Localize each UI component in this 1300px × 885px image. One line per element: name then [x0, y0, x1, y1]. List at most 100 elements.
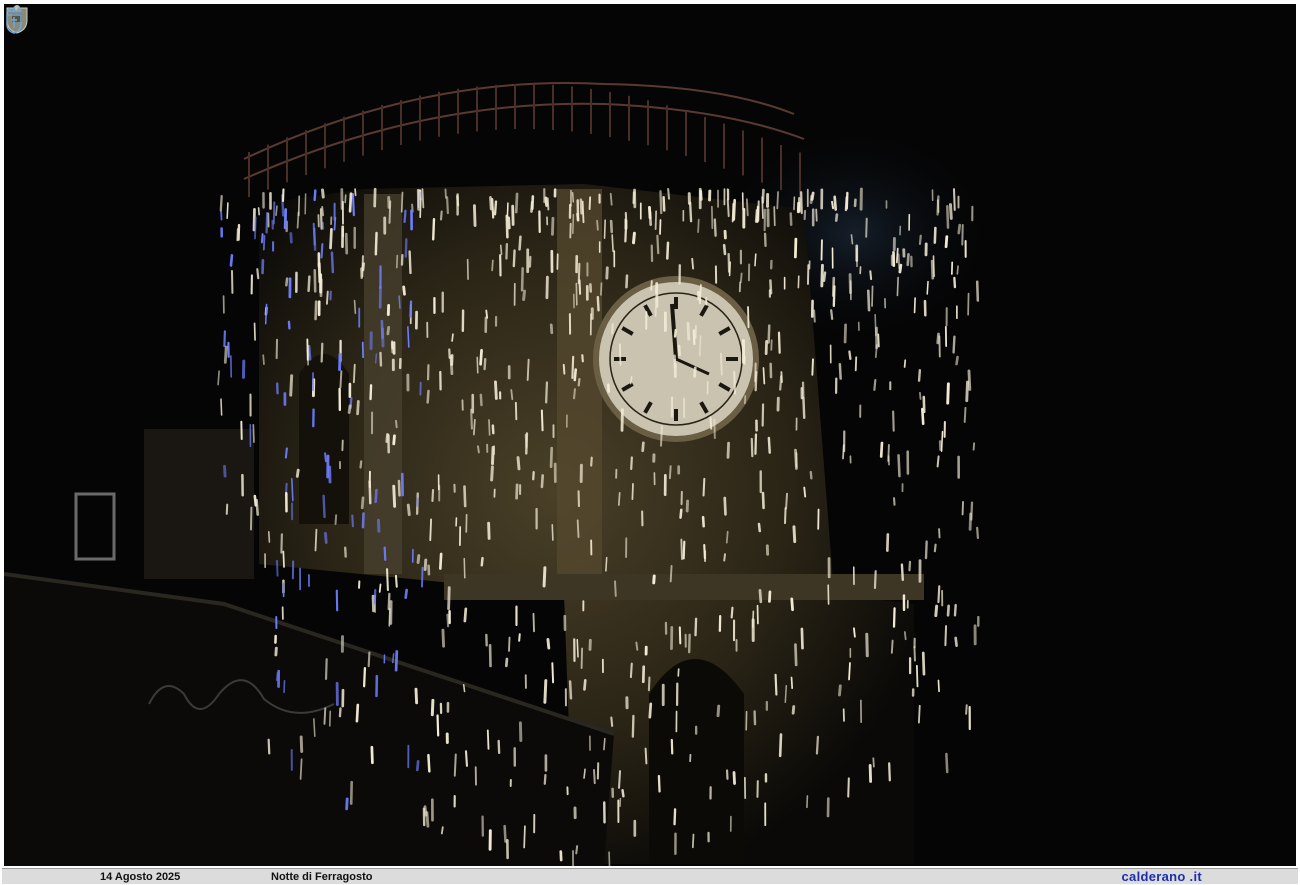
spark-streak: [532, 612, 535, 633]
spark-streak: [944, 235, 949, 249]
spark-streak: [489, 196, 493, 211]
spark-streak: [603, 737, 606, 751]
spark-streak: [967, 369, 972, 391]
spark-streak: [330, 251, 335, 274]
spark-streak: [380, 319, 384, 340]
spark-streak: [325, 290, 329, 305]
spark-streak: [847, 777, 850, 798]
spark-streak: [374, 231, 378, 256]
spark-streak: [464, 750, 469, 767]
spark-streak: [307, 275, 311, 293]
spark-streak: [544, 196, 548, 207]
spark-streak: [848, 662, 851, 681]
spark-streak: [414, 687, 419, 705]
spark-streak: [617, 492, 621, 506]
spark-streak: [946, 382, 950, 405]
spark-streak: [575, 845, 579, 855]
spark-streak: [768, 590, 772, 603]
spark-streak: [657, 774, 661, 793]
spark-streak: [725, 530, 729, 544]
spark-streak: [732, 198, 736, 221]
spark-streak: [370, 745, 374, 765]
photo-scene: [4, 81, 994, 866]
spark-streak: [785, 492, 789, 510]
spark-streak: [394, 574, 398, 588]
spark-streak: [487, 521, 491, 540]
spark-streak: [463, 557, 466, 579]
spark-streak: [493, 200, 498, 216]
spark-streak: [952, 188, 956, 211]
spark-streak: [709, 416, 713, 430]
spark-streak: [578, 279, 582, 295]
spark-streak: [531, 195, 535, 211]
site-link[interactable]: calderano .it: [1122, 869, 1202, 884]
crown-logo-icon: [6, 6, 22, 34]
spark-streak: [324, 452, 328, 463]
spark-streak: [391, 653, 395, 664]
spark-streak: [483, 357, 487, 371]
rooftop-silhouette: [4, 574, 614, 866]
spark-streak: [441, 628, 446, 648]
spark-streak: [743, 395, 747, 405]
spark-streak: [520, 267, 524, 292]
spark-streak: [833, 195, 838, 211]
spark-streak: [518, 235, 522, 251]
spark-streak: [965, 704, 968, 715]
spark-streak: [680, 538, 683, 561]
spark-streak: [540, 474, 545, 489]
spark-streak: [348, 192, 353, 213]
spark-streak: [576, 519, 580, 538]
spark-streak: [691, 833, 695, 849]
spark-streak: [888, 762, 891, 782]
spark-streak: [404, 238, 408, 258]
spark-streak: [917, 369, 922, 382]
spark-streak: [896, 276, 899, 297]
spark-streak: [299, 758, 303, 780]
spark-streak: [739, 272, 743, 284]
spark-streak: [320, 342, 324, 363]
spark-streak: [667, 188, 671, 200]
spark-streak: [505, 657, 509, 668]
spark-streak: [778, 733, 783, 758]
spark-streak: [948, 203, 953, 220]
spark-streak: [265, 212, 269, 234]
spark-streak: [850, 234, 854, 245]
spark-streak: [525, 432, 529, 455]
spark-streak: [276, 559, 279, 577]
tower-pilaster-left: [364, 194, 402, 574]
spark-streak: [611, 323, 614, 335]
spark-streak: [784, 685, 788, 704]
spark-streak: [436, 714, 440, 737]
spark-streak: [439, 210, 443, 221]
spark-streak: [659, 190, 663, 215]
spark-streak: [641, 441, 645, 453]
spark-streak: [323, 707, 327, 725]
spark-streak: [392, 434, 396, 446]
spark-streak: [791, 705, 796, 715]
spark-streak: [549, 323, 554, 335]
spark-streak: [374, 488, 378, 504]
spark-streak: [975, 280, 980, 302]
spark-streak: [344, 194, 347, 204]
spark-streak: [699, 284, 702, 305]
spark-streak: [921, 651, 926, 676]
spark-streak: [790, 597, 794, 612]
spark-streak: [610, 716, 614, 727]
spark-streak: [692, 329, 696, 346]
spark-streak: [543, 773, 547, 785]
spark-streak: [446, 613, 450, 628]
spark-streak: [794, 237, 798, 259]
spark-streak: [583, 768, 586, 779]
spark-streak: [514, 192, 519, 214]
spark-streak: [400, 191, 404, 213]
spark-streak: [755, 205, 760, 223]
spark-streak: [573, 388, 576, 400]
spark-streak: [463, 485, 467, 508]
spark-streak: [223, 464, 227, 478]
spark-streak: [776, 191, 779, 210]
spark-streak: [946, 604, 950, 617]
spark-streak: [913, 297, 916, 314]
spark-streak: [660, 425, 663, 447]
spark-streak: [275, 671, 279, 682]
spark-streak: [890, 639, 894, 654]
